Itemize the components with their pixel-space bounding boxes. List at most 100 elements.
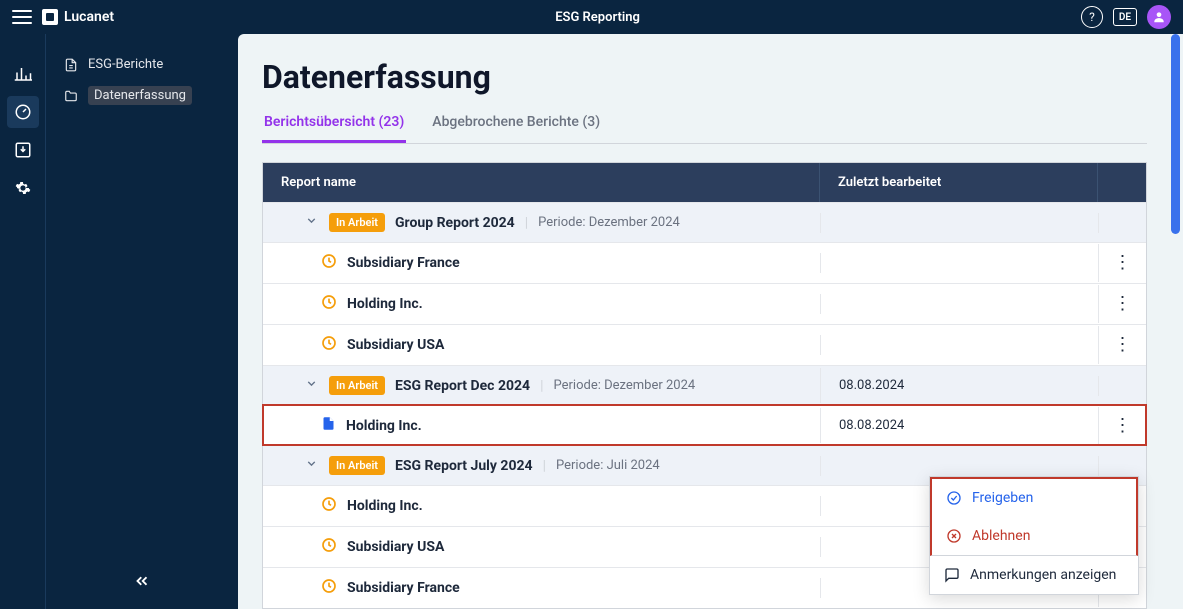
rail-export[interactable]	[7, 134, 39, 166]
menu-toggle[interactable]	[12, 10, 32, 24]
tab-abgebrochene[interactable]: Abgebrochene Berichte (3)	[430, 114, 602, 143]
report-name: Group Report 2024	[395, 215, 515, 231]
table-row[interactable]: Holding Inc. ⋮	[263, 283, 1146, 324]
row-actions[interactable]: ⋮	[1098, 285, 1146, 323]
report-period: Periode: Dezember 2024	[538, 215, 680, 230]
expand-toggle[interactable]	[305, 457, 319, 474]
gear-icon	[15, 180, 31, 196]
report-name: Subsidiary France	[347, 255, 460, 271]
clock-icon	[321, 294, 337, 310]
clock-icon	[321, 537, 337, 553]
app-name: Lucanet	[64, 9, 114, 25]
table-row[interactable]: Holding Inc. 08.08.2024 ⋮	[263, 405, 1146, 445]
help-icon[interactable]: ?	[1081, 6, 1103, 28]
report-name: Holding Inc.	[347, 498, 423, 514]
context-menu: Freigeben Ablehnen Anmerkungen anzeigen	[929, 476, 1139, 595]
folder-icon	[64, 89, 78, 103]
report-name: Holding Inc.	[346, 418, 422, 434]
table-row[interactable]: Subsidiary USA ⋮	[263, 324, 1146, 365]
language-switcher[interactable]: DE	[1113, 8, 1137, 26]
row-actions[interactable]: ⋮	[1098, 326, 1146, 364]
table-row[interactable]: In Arbeit ESG Report Dec 2024 | Periode:…	[263, 365, 1146, 405]
report-name: Subsidiary France	[347, 580, 460, 596]
menu-label: Ablehnen	[972, 528, 1030, 544]
report-date	[820, 294, 1098, 314]
report-date	[820, 335, 1098, 355]
report-date	[820, 213, 1098, 233]
chevron-down-icon	[305, 457, 318, 470]
clock-icon	[321, 496, 337, 512]
menu-approve[interactable]: Freigeben	[932, 479, 1136, 517]
clock-icon	[321, 578, 337, 594]
document-check-icon	[321, 416, 336, 431]
rail-dashboard[interactable]	[7, 58, 39, 90]
row-actions	[1098, 456, 1146, 476]
sidebar-item-datenerfassung[interactable]: Datenerfassung	[54, 79, 230, 112]
clock-icon	[321, 253, 337, 269]
page-title: Datenerfassung	[262, 58, 1147, 96]
more-icon: ⋮	[1114, 336, 1132, 354]
expand-toggle[interactable]	[305, 377, 319, 394]
table-row[interactable]: Subsidiary France ⋮	[263, 242, 1146, 283]
report-period: Periode: Dezember 2024	[554, 378, 696, 393]
sidebar-collapse[interactable]	[133, 572, 151, 595]
scrollbar[interactable]	[1171, 34, 1180, 234]
more-icon: ⋮	[1114, 295, 1132, 313]
logo: Lucanet	[42, 9, 114, 25]
x-circle-icon	[946, 528, 962, 544]
report-name: Subsidiary USA	[347, 337, 444, 353]
table-header: Report name Zuletzt bearbeitet	[263, 163, 1146, 202]
document-icon	[64, 58, 78, 72]
bar-chart-icon	[14, 65, 32, 83]
table-row[interactable]: In Arbeit Group Report 2024 | Periode: D…	[263, 202, 1146, 242]
page-context-title: ESG Reporting	[114, 10, 1081, 25]
check-circle-icon	[946, 490, 962, 506]
tabs: Berichtsübersicht (23) Abgebrochene Beri…	[262, 114, 1147, 144]
status-badge: In Arbeit	[329, 376, 385, 395]
menu-notes[interactable]: Anmerkungen anzeigen	[930, 556, 1138, 594]
sidebar-item-label: ESG-Berichte	[88, 57, 163, 72]
sidebar-item-label: Datenerfassung	[88, 86, 192, 105]
user-avatar[interactable]	[1147, 5, 1171, 29]
comment-icon	[944, 567, 960, 583]
person-icon	[1152, 10, 1166, 24]
expand-toggle[interactable]	[305, 214, 319, 231]
top-bar: Lucanet ESG Reporting ? DE	[0, 0, 1183, 34]
icon-rail	[0, 34, 46, 609]
col-header-date: Zuletzt bearbeitet	[820, 163, 1098, 202]
row-actions	[1098, 376, 1146, 396]
row-actions[interactable]: ⋮	[1098, 244, 1146, 282]
report-date	[820, 253, 1098, 273]
more-icon: ⋮	[1114, 254, 1132, 272]
more-icon: ⋮	[1114, 417, 1132, 435]
col-header-name: Report name	[263, 163, 820, 202]
chevron-down-icon	[305, 377, 318, 390]
logo-mark	[42, 9, 58, 25]
download-box-icon	[14, 141, 32, 159]
report-date: 08.08.2024	[820, 368, 1098, 403]
rail-esg[interactable]	[7, 96, 39, 128]
report-name: Holding Inc.	[347, 296, 423, 312]
sidebar: ESG-Berichte Datenerfassung	[46, 34, 238, 609]
clock-icon	[321, 335, 337, 351]
chevron-down-icon	[305, 214, 318, 227]
col-header-actions	[1098, 163, 1146, 202]
status-badge: In Arbeit	[329, 213, 385, 232]
tab-berichtsuebersicht[interactable]: Berichtsübersicht (23)	[262, 114, 406, 143]
row-actions[interactable]: ⋮	[1098, 407, 1146, 445]
row-actions	[1098, 213, 1146, 233]
report-date: 08.08.2024	[820, 408, 1098, 443]
rail-settings[interactable]	[7, 172, 39, 204]
report-date	[820, 456, 1098, 476]
chevron-double-left-icon	[133, 572, 151, 590]
report-name: Subsidiary USA	[347, 539, 444, 555]
menu-label: Anmerkungen anzeigen	[970, 567, 1116, 583]
status-badge: In Arbeit	[329, 456, 385, 475]
report-period: Periode: Juli 2024	[556, 458, 660, 473]
report-name: ESG Report Dec 2024	[395, 378, 530, 394]
report-name: ESG Report July 2024	[395, 458, 533, 474]
sidebar-item-esg-berichte[interactable]: ESG-Berichte	[54, 50, 230, 79]
menu-label: Freigeben	[972, 490, 1033, 506]
gauge-icon	[14, 103, 32, 121]
menu-reject[interactable]: Ablehnen	[932, 517, 1136, 555]
